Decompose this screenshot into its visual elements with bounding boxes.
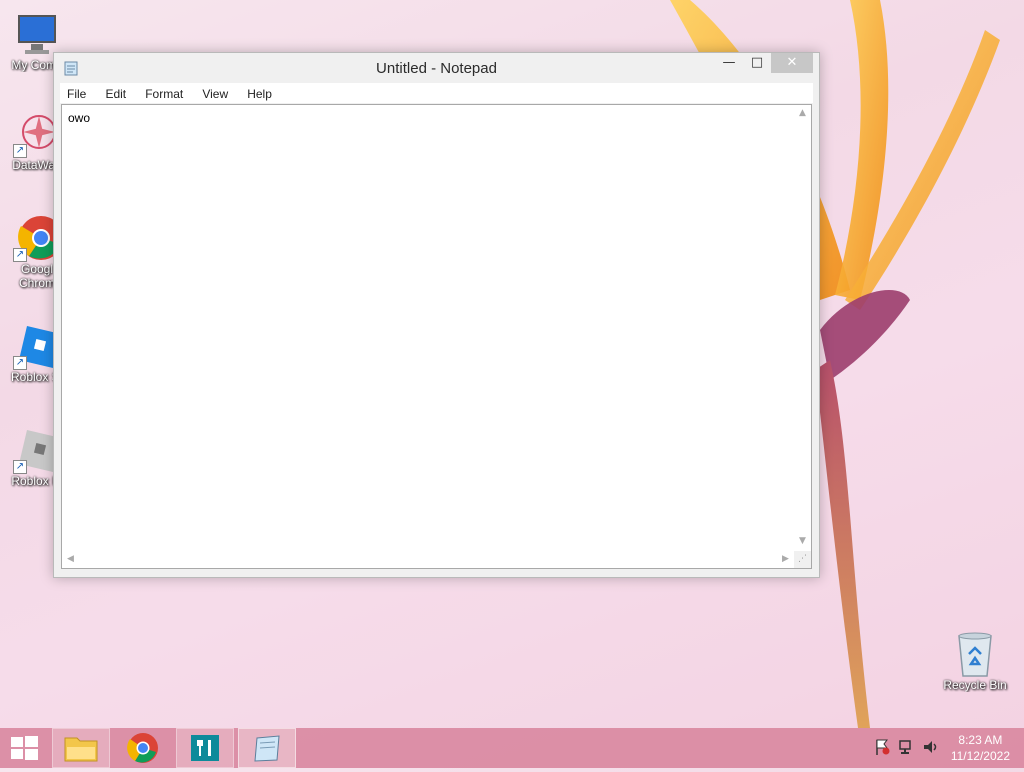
clock-time: 8:23 AM bbox=[958, 733, 1003, 747]
taskbar-app[interactable] bbox=[176, 728, 234, 768]
close-button[interactable]: ✕ bbox=[771, 53, 813, 73]
minimize-button[interactable]: — bbox=[715, 53, 743, 73]
scroll-down-icon[interactable]: ▼ bbox=[794, 533, 811, 550]
shortcut-arrow-icon: ↗ bbox=[13, 356, 27, 370]
horizontal-scrollbar[interactable]: ◀ ▶ bbox=[62, 551, 794, 568]
shortcut-arrow-icon: ↗ bbox=[13, 144, 27, 158]
action-center-flag-icon[interactable] bbox=[874, 738, 890, 758]
editor-content[interactable]: owo bbox=[68, 111, 90, 125]
desktop-icon-label: Recycle Bin bbox=[943, 678, 1007, 692]
taskbar-google-chrome[interactable] bbox=[114, 728, 172, 768]
desktop-icon-recycle-bin[interactable]: Recycle Bin bbox=[938, 630, 1012, 692]
vertical-scrollbar[interactable]: ▲ ▼ bbox=[794, 105, 811, 550]
menu-format[interactable]: Format bbox=[138, 84, 190, 104]
windows-logo-icon bbox=[11, 736, 38, 760]
taskbar-file-explorer[interactable] bbox=[52, 728, 110, 768]
text-editor[interactable]: owo ▲ ▼ ◀ ▶ ⋰ bbox=[61, 104, 812, 569]
taskbar: 8:23 AM 11/12/2022 bbox=[0, 728, 1024, 768]
shortcut-arrow-icon: ↗ bbox=[13, 460, 27, 474]
taskbar-clock[interactable]: 8:23 AM 11/12/2022 bbox=[951, 732, 1010, 764]
window-title: Untitled - Notepad bbox=[376, 60, 497, 77]
scroll-right-icon[interactable]: ▶ bbox=[777, 551, 794, 568]
scroll-left-icon[interactable]: ◀ bbox=[62, 551, 79, 568]
menu-view[interactable]: View bbox=[195, 84, 235, 104]
menu-file[interactable]: File bbox=[60, 84, 93, 104]
computer-icon bbox=[13, 10, 61, 58]
clock-date: 11/12/2022 bbox=[950, 749, 1010, 763]
menu-bar: File Edit Format View Help bbox=[60, 83, 813, 103]
fork-knife-icon bbox=[191, 735, 219, 761]
menu-edit[interactable]: Edit bbox=[98, 84, 133, 104]
menu-help[interactable]: Help bbox=[240, 84, 279, 104]
folder-icon bbox=[64, 737, 98, 762]
start-button[interactable] bbox=[0, 728, 48, 768]
recycle-bin-icon bbox=[951, 630, 999, 678]
resize-grip-icon[interactable]: ⋰ bbox=[794, 551, 811, 568]
scroll-up-icon[interactable]: ▲ bbox=[794, 105, 811, 122]
title-bar[interactable]: Untitled - Notepad — □ ✕ bbox=[54, 53, 819, 83]
maximize-button[interactable]: □ bbox=[743, 53, 771, 73]
volume-icon[interactable] bbox=[922, 738, 940, 758]
shortcut-arrow-icon: ↗ bbox=[13, 248, 27, 262]
chrome-icon bbox=[127, 733, 158, 763]
notepad-window[interactable]: Untitled - Notepad — □ ✕ File Edit Forma… bbox=[53, 52, 820, 578]
taskbar-notepad[interactable] bbox=[238, 728, 296, 768]
notepad-icon bbox=[254, 735, 280, 762]
network-icon[interactable] bbox=[898, 738, 916, 758]
